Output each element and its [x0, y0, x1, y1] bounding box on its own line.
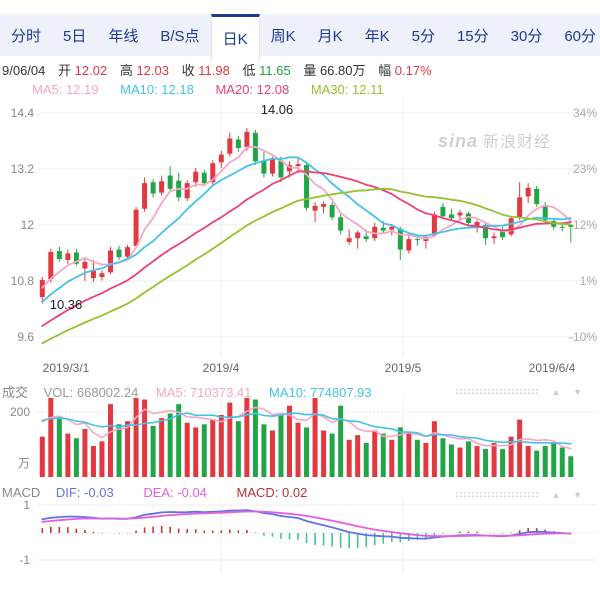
tab-monthly-k[interactable]: 月K — [307, 14, 354, 56]
tab-daily-k[interactable]: 日K — [211, 14, 260, 60]
sina-logo: sina — [438, 131, 478, 151]
date-axis-label: 2019/6/4 — [529, 361, 576, 375]
dea-value: DEA: -0.04 — [143, 485, 207, 500]
tab-5min[interactable]: 5分 — [401, 14, 446, 56]
price-axis-label: 14.4 — [0, 106, 34, 120]
zoom-slider[interactable] — [455, 491, 539, 498]
vol-ma5-legend: MA5: 710373.41 — [156, 385, 251, 400]
info-date: 9/06/04 — [2, 63, 45, 78]
tab-15min[interactable]: 15分 — [446, 14, 500, 56]
sina-watermark: sina新浪财经 — [438, 128, 551, 152]
open-value: 12.02 — [75, 63, 108, 78]
volume-value: 66.80万 — [320, 63, 366, 78]
tab-60min[interactable]: 60分 — [553, 14, 600, 56]
price-axis-label: 13.2 — [0, 162, 34, 176]
macd-value: MACD: 0.02 — [237, 485, 308, 500]
volume-chart[interactable] — [0, 396, 600, 480]
close-value: 11.98 — [198, 63, 230, 78]
date-axis-label: 2019/4 — [203, 361, 240, 375]
change-label: 幅 — [378, 63, 391, 78]
tab-bs-point[interactable]: B/S点 — [149, 14, 210, 56]
macd-zoom-control: ▲ ▼ — [455, 486, 582, 501]
macd-axis-label: 1 — [0, 498, 30, 512]
volume-label: 量 — [303, 63, 316, 78]
tab-30min[interactable]: 30分 — [500, 14, 554, 56]
macd-pane-header: MACD DIF: -0.03 DEA: -0.04 MACD: 0.02 ▲ … — [0, 485, 600, 500]
volume-pane-title: 成交 — [2, 385, 28, 400]
volume-pane-header: 成交 VOL: 668002.24 MA5: 710373.41 MA10: 7… — [0, 382, 600, 401]
vol-ma10-legend: MA10: 774807.93 — [269, 385, 372, 400]
pct-axis-label: -10% — [569, 330, 597, 344]
tab-yearly-k[interactable]: 年K — [354, 14, 401, 56]
volume-zoom-control: ▲ ▼ — [455, 383, 582, 398]
volume-axis-label: 200 — [0, 405, 30, 419]
open-label: 开 — [58, 63, 71, 78]
tab-weekly-k[interactable]: 周K — [260, 14, 307, 56]
price-axis-label: 10.8 — [0, 274, 34, 288]
pct-axis-label: 1% — [580, 274, 597, 288]
close-label: 收 — [182, 63, 195, 78]
low-label: 低 — [242, 63, 255, 78]
dif-value: DIF: -0.03 — [56, 485, 114, 500]
high-value: 12.03 — [136, 63, 169, 78]
zoom-out-icon[interactable]: ▼ — [573, 387, 582, 397]
period-tab-bar: 分时 5日 年线 B/S点 日K 周K 月K 年K 5分 15分 30分 60分… — [0, 14, 600, 56]
zoom-out-icon[interactable]: ▼ — [573, 490, 582, 500]
zoom-slider[interactable] — [455, 388, 539, 395]
high-point-annotation: 14.06 — [261, 102, 294, 117]
vol-value: VOL: 668002.24 — [44, 385, 139, 400]
macd-chart[interactable] — [0, 496, 600, 576]
volume-axis-unit: 万 — [0, 455, 30, 472]
price-axis-label: 9.6 — [0, 330, 34, 344]
date-axis-label: 2019/5 — [385, 361, 422, 375]
price-axis-label: 12 — [0, 218, 34, 232]
low-point-annotation: 10.36 — [50, 297, 83, 312]
tab-yearline[interactable]: 年线 — [97, 14, 149, 56]
pct-axis-label: 12% — [573, 218, 597, 232]
change-value: 0.17% — [395, 63, 432, 78]
ohlc-info-bar: 9/06/04 开 12.02 高 12.03 收 11.98 低 11.65 … — [2, 60, 432, 79]
low-value: 11.65 — [259, 63, 291, 78]
date-axis-label: 2019/3/1 — [43, 361, 90, 375]
high-label: 高 — [120, 63, 133, 78]
pct-axis-label: 34% — [573, 106, 597, 120]
pct-axis-label: 23% — [573, 162, 597, 176]
tab-5day[interactable]: 5日 — [52, 14, 97, 56]
zoom-in-icon[interactable]: ▲ — [552, 490, 561, 500]
zoom-in-icon[interactable]: ▲ — [552, 387, 561, 397]
stock-chart-app: 分时 5日 年线 B/S点 日K 周K 月K 年K 5分 15分 30分 60分… — [0, 0, 600, 600]
tab-fenshi[interactable]: 分时 — [0, 14, 52, 56]
macd-axis-label: -1 — [0, 553, 30, 567]
